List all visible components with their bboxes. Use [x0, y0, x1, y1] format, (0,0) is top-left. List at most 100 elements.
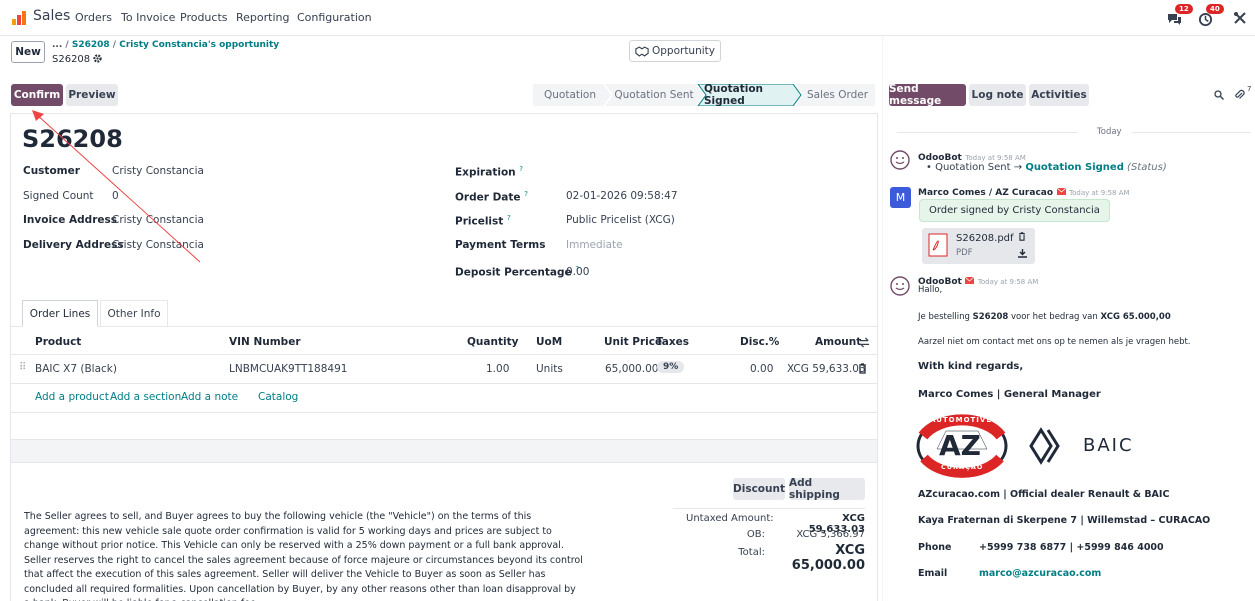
- order-date-value[interactable]: 02-01-2026 09:58:47: [566, 190, 678, 202]
- log-note-button[interactable]: Log note: [969, 84, 1026, 106]
- confirm-button[interactable]: Confirm: [11, 84, 63, 106]
- help-icon[interactable]: ?: [519, 165, 523, 173]
- drag-handle-icon[interactable]: ⠿: [19, 362, 26, 373]
- message-bubble: Order signed by Cristy Constancia: [919, 199, 1110, 222]
- download-icon[interactable]: [1018, 249, 1027, 258]
- today-label: Today: [1097, 127, 1122, 137]
- tax-badge[interactable]: 9%: [657, 361, 685, 373]
- total-label: Total:: [738, 547, 765, 558]
- help-icon[interactable]: ?: [507, 214, 511, 222]
- row-divider: [11, 383, 877, 384]
- col-amount[interactable]: Amount: [815, 336, 861, 348]
- messages-button[interactable]: 12: [1166, 4, 1193, 29]
- paperclip-icon[interactable]: [1233, 89, 1245, 101]
- col-unit-price[interactable]: Unit Price: [604, 336, 662, 348]
- add-note-link[interactable]: Add a note: [181, 391, 238, 403]
- row-uom[interactable]: Units: [536, 363, 563, 375]
- gear-icon[interactable]: [93, 54, 102, 63]
- deposit-percentage-label: Deposit Percentage ?: [455, 265, 579, 279]
- new-button[interactable]: New: [11, 41, 45, 63]
- trash-icon[interactable]: [1018, 232, 1026, 241]
- tools-icon[interactable]: [1233, 11, 1247, 25]
- row-product[interactable]: BAIC X7 (Black): [35, 363, 117, 375]
- row-quantity[interactable]: 1.00: [486, 363, 509, 375]
- pdf-attachment[interactable]: S26208.pdf PDF: [922, 228, 1035, 264]
- search-icon[interactable]: [1214, 90, 1224, 100]
- ob-value: XCG 5,366.97: [796, 529, 865, 540]
- author-avatar-m[interactable]: M: [890, 187, 911, 208]
- menu-products[interactable]: Products: [180, 11, 228, 24]
- payment-terms-value[interactable]: Immediate: [566, 239, 623, 251]
- activities-button[interactable]: 40: [1198, 4, 1224, 30]
- annotation-arrow: [32, 110, 201, 263]
- menu-reporting[interactable]: Reporting: [236, 11, 289, 24]
- handshake-icon: [635, 45, 649, 57]
- logo-text-bottom: CURAÇAO: [941, 463, 984, 471]
- tab-other-info[interactable]: Other Info: [100, 300, 168, 326]
- clock-icon: [1198, 12, 1213, 27]
- pricelist-value[interactable]: Public Pricelist (XCG): [566, 214, 675, 226]
- mail-dealer: AZcuracao.com | Official dealer Renault …: [918, 489, 1170, 500]
- terms-and-conditions[interactable]: The Seller agrees to sell, and Buyer agr…: [24, 510, 584, 601]
- stage-quotation-signed[interactable]: Quotation Signed: [704, 83, 796, 107]
- activities-button-chatter[interactable]: Activities: [1029, 84, 1089, 106]
- discount-button[interactable]: Discount: [733, 478, 785, 500]
- odoobot-avatar: [890, 150, 910, 170]
- add-section-link[interactable]: Add a section: [110, 391, 181, 403]
- add-shipping-button[interactable]: Add shipping: [789, 477, 865, 501]
- breadcrumb: ... / S26208 / Cristy Constancia's oppor…: [52, 40, 279, 50]
- column-settings-icon[interactable]: [859, 337, 870, 348]
- mail-phone: +5999 738 6877 | +5999 846 4000: [979, 542, 1164, 553]
- col-vin[interactable]: VIN Number: [229, 336, 301, 348]
- payment-terms-label: Payment Terms: [455, 239, 546, 251]
- send-message-button[interactable]: Send message: [889, 83, 966, 107]
- breadcrumb-opportunity[interactable]: Cristy Constancia's opportunity: [119, 40, 279, 50]
- breadcrumb-sep: /: [65, 40, 69, 50]
- mail-signature: Marco Comes | General Manager: [918, 389, 1101, 400]
- stage-sales-order[interactable]: Sales Order: [800, 84, 875, 106]
- mail-line-1: Je bestelling S26208 voor het bedrag van…: [918, 312, 1171, 322]
- top-navbar: Sales Orders To Invoice Products Reporti…: [0, 0, 1255, 36]
- app-name[interactable]: Sales: [33, 8, 70, 24]
- attachment-name: S26208.pdf: [956, 233, 1014, 244]
- mail-amount: XCG 65.000,00: [1100, 312, 1171, 322]
- stage-quotation-sent[interactable]: Quotation Sent: [608, 84, 700, 106]
- help-icon[interactable]: ?: [524, 190, 528, 198]
- record-name-text: S26208: [52, 54, 91, 65]
- col-taxes[interactable]: Taxes: [656, 336, 689, 348]
- row-vin[interactable]: LNBMCUAK9TT188491: [229, 363, 347, 375]
- logo-text-top: AUTOMOTIVE: [930, 416, 993, 424]
- breadcrumb-s26208[interactable]: S26208: [72, 40, 110, 50]
- trash-icon[interactable]: [858, 363, 867, 374]
- logo-text-az: AZ: [939, 429, 981, 462]
- tabs-divider: [11, 326, 877, 327]
- row-amount: XCG 59,633.03: [787, 363, 866, 375]
- menu-to-invoice[interactable]: To Invoice: [121, 11, 175, 24]
- col-quantity[interactable]: Quantity: [467, 336, 518, 348]
- menu-configuration[interactable]: Configuration: [297, 11, 372, 24]
- message-marco: Marco Comes / AZ Curacao Today at 9:58 A…: [918, 185, 1130, 198]
- preview-button[interactable]: Preview: [66, 84, 118, 106]
- catalog-link[interactable]: Catalog: [258, 391, 298, 403]
- add-product-link[interactable]: Add a product: [35, 391, 109, 403]
- sales-app-icon[interactable]: [11, 10, 27, 26]
- col-product[interactable]: Product: [35, 336, 81, 348]
- pdf-icon: [928, 233, 948, 257]
- chat-icon: [1168, 14, 1181, 25]
- tab-order-lines[interactable]: Order Lines: [22, 300, 98, 327]
- row-disc[interactable]: 0.00: [750, 363, 773, 375]
- mail-email-link[interactable]: marco@azcuracao.com: [979, 568, 1101, 579]
- message-author[interactable]: Marco Comes / AZ Curacao: [918, 188, 1053, 198]
- row-unit-price[interactable]: 65,000.00: [605, 363, 658, 375]
- row-divider: [11, 412, 877, 413]
- col-disc[interactable]: Disc.%: [740, 336, 779, 348]
- message-time: Today at 9:58 AM: [965, 154, 1026, 162]
- stage-quotation[interactable]: Quotation: [533, 84, 607, 106]
- mail-text: Je bestelling: [918, 312, 973, 322]
- opportunity-smart-button[interactable]: Opportunity: [629, 40, 721, 62]
- breadcrumb-more[interactable]: ...: [52, 40, 62, 50]
- menu-orders[interactable]: Orders: [75, 11, 112, 24]
- deposit-percentage-value[interactable]: 0.00: [566, 266, 589, 278]
- col-uom[interactable]: UoM: [536, 336, 562, 348]
- pricelist-label-text: Pricelist: [455, 215, 504, 228]
